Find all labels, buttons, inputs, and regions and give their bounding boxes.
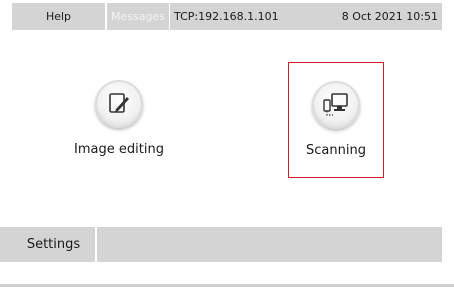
- top-bar: Help Messages TCP:192.168.1.101 8 Oct 20…: [0, 0, 454, 32]
- settings-label: Settings: [26, 237, 81, 252]
- image-edit-icon: [95, 80, 143, 128]
- datetime-display: 8 Oct 2021 10:51: [294, 3, 442, 30]
- help-label: Help: [45, 10, 72, 23]
- scanning-icon: [312, 81, 360, 129]
- connection-status: TCP:192.168.1.101: [170, 3, 294, 30]
- datetime-label: 8 Oct 2021 10:51: [341, 10, 438, 23]
- settings-button[interactable]: Settings: [12, 227, 97, 262]
- connection-label: TCP:192.168.1.101: [174, 10, 279, 23]
- messages-label: Messages: [111, 10, 165, 23]
- messages-button[interactable]: Messages: [107, 3, 169, 30]
- bottom-bar: Settings: [0, 227, 442, 262]
- scanning-label: Scanning: [306, 143, 366, 158]
- image-editing-label: Image editing: [74, 142, 164, 157]
- image-editing-tile[interactable]: Image editing: [52, 62, 186, 178]
- help-button[interactable]: Help: [12, 3, 106, 30]
- scanning-tile[interactable]: Scanning: [288, 62, 384, 178]
